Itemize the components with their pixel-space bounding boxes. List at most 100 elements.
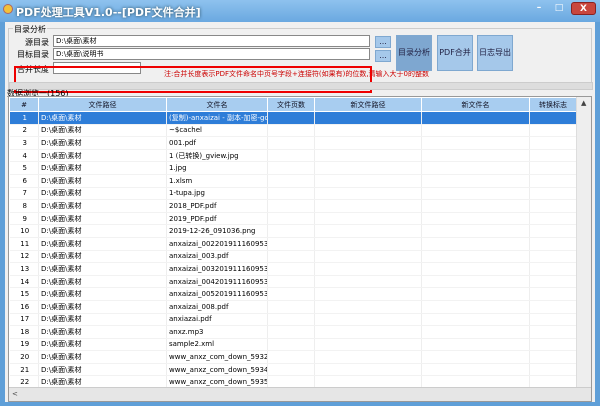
empty-cell [314, 111, 422, 125]
table-row[interactable]: 2 D:\桌面\素材 ~$cachel [9, 124, 577, 138]
table-row[interactable]: 11D:\桌面\素材anxaizai_0022019111609530402E [9, 237, 577, 251]
horizontal-scrollbar[interactable]: < [9, 387, 591, 401]
column-header[interactable]: 新文件名 [421, 97, 530, 112]
minimize-button[interactable]: – [530, 2, 548, 15]
file-name: anxaizai_0042019111609530402S [166, 275, 268, 289]
file-path: D:\桌面\素材 [38, 174, 167, 188]
file-path: D:\桌面\素材 [38, 224, 167, 238]
empty-cell [314, 275, 422, 289]
empty-cell [314, 161, 422, 175]
file-name: anxaizai_0052019111609530773S [166, 287, 268, 301]
empty-cell [421, 149, 530, 163]
file-path: D:\桌面\素材 [38, 275, 167, 289]
row-number: 4 [9, 149, 39, 163]
row-number: 21 [9, 363, 39, 377]
empty-cell [421, 187, 530, 201]
column-header[interactable]: 文件名 [166, 97, 268, 112]
source-label: 源目录 [25, 38, 49, 47]
empty-cell [314, 149, 422, 163]
empty-cell [267, 350, 315, 364]
table-row[interactable]: 17 D:\桌面\素材 anxiazai.pdf [9, 313, 577, 327]
close-button[interactable]: X [571, 2, 596, 15]
empty-cell [314, 313, 422, 327]
browse-target-button[interactable]: ... [375, 50, 391, 62]
row-number: 6 [9, 174, 39, 188]
table-row[interactable]: 14D:\桌面\素材anxaizai_0042019111609530402S [9, 275, 577, 289]
file-name: 001.pdf [166, 136, 268, 150]
table-row[interactable]: 13D:\桌面\素材anxaizai_0032019111609530402E [9, 262, 577, 276]
empty-cell [529, 237, 577, 251]
export-log-button[interactable]: 日志导出 [477, 35, 513, 71]
table-row[interactable]: 20D:\桌面\素材www_anxz_com_down_59329_html. [9, 350, 577, 364]
table-row[interactable]: 6 D:\桌面\素材 1.xlsm [9, 174, 577, 188]
file-path: D:\桌面\素材 [38, 124, 167, 138]
browse-source-button[interactable]: ... [375, 36, 391, 48]
empty-cell [529, 224, 577, 238]
file-name: anxaizai_0032019111609530402E [166, 262, 268, 276]
file-path: D:\桌面\素材 [38, 237, 167, 251]
maximize-button[interactable]: □ [550, 2, 568, 15]
file-path: D:\桌面\素材 [38, 363, 167, 377]
empty-cell [421, 161, 530, 175]
empty-cell [267, 287, 315, 301]
table-row[interactable]: 10 D:\桌面\素材 2019-12-26_091036.png [9, 224, 577, 238]
empty-cell [529, 161, 577, 175]
empty-cell [421, 224, 530, 238]
empty-cell [314, 237, 422, 251]
empty-cell [529, 287, 577, 301]
column-header[interactable]: 文件路径 [38, 97, 167, 112]
empty-cell [421, 313, 530, 327]
empty-cell [529, 338, 577, 352]
file-name: anxz.mp3 [166, 325, 268, 339]
empty-cell [421, 199, 530, 213]
column-header[interactable]: # [9, 97, 39, 112]
empty-cell [267, 262, 315, 276]
table-row[interactable]: 15D:\桌面\素材anxaizai_0052019111609530773S [9, 287, 577, 301]
vertical-scrollbar[interactable]: ▲ [576, 97, 591, 387]
target-label: 目标目录 [17, 50, 49, 59]
table-row[interactable]: 16 D:\桌面\素材 anxaizai_008.pdf [9, 300, 577, 314]
file-path: D:\桌面\素材 [38, 111, 167, 125]
empty-cell [267, 363, 315, 377]
empty-cell [421, 124, 530, 138]
column-header[interactable]: 转换标志 [529, 97, 577, 112]
row-number: 8 [9, 199, 39, 213]
file-path: D:\桌面\素材 [38, 325, 167, 339]
file-path: D:\桌面\素材 [38, 136, 167, 150]
analyze-button[interactable]: 目录分析 [396, 35, 432, 71]
empty-cell [267, 174, 315, 188]
empty-cell [421, 212, 530, 226]
pdf-merge-button[interactable]: PDF合并 [437, 35, 473, 71]
row-number: 15 [9, 287, 39, 301]
table-row[interactable]: 21D:\桌面\素材www_anxz_com_down_59343_html. [9, 363, 577, 377]
empty-cell [421, 363, 530, 377]
table-row[interactable]: 4 D:\桌面\素材 1 (已转换)_gview.jpg [9, 149, 577, 163]
column-header[interactable]: 文件页数 [267, 97, 315, 112]
table-row[interactable]: 12 D:\桌面\素材 anxaizai_003.pdf [9, 250, 577, 264]
empty-cell [314, 350, 422, 364]
data-grid[interactable]: # 文件路径 文件名 文件页数 新文件路径 新文件名 转换标志 1 D:\桌面\素材 (复制)-… [8, 96, 592, 402]
empty-cell [421, 262, 530, 276]
empty-cell [314, 250, 422, 264]
table-row[interactable]: 3 D:\桌面\素材 001.pdf [9, 136, 577, 150]
table-row[interactable]: 19 D:\桌面\素材 sample2.xml [9, 338, 577, 352]
source-dir-input[interactable]: D:\桌面\素材 [53, 35, 370, 47]
table-row[interactable]: 8 D:\桌面\素材 2018_PDF.pdf [9, 199, 577, 213]
empty-cell [267, 136, 315, 150]
empty-cell [529, 325, 577, 339]
table-row[interactable]: 9 D:\桌面\素材 2019_PDF.pdf [9, 212, 577, 226]
empty-cell [267, 224, 315, 238]
empty-cell [421, 136, 530, 150]
table-row[interactable]: 7 D:\桌面\素材 1-tupa.jpg [9, 187, 577, 201]
table-row[interactable]: 5 D:\桌面\素材 1.jpg [9, 161, 577, 175]
table-row[interactable]: 1 D:\桌面\素材 (复制)-anxaizai - 副本-加密-gc [9, 111, 577, 125]
main-panel: 目录分析 源目录 D:\桌面\素材 目标目录 D:\桌面\说明书 合并长度 注:… [5, 22, 595, 402]
row-number: 11 [9, 237, 39, 251]
file-name: 1.jpg [166, 161, 268, 175]
table-row[interactable]: 18 D:\桌面\素材 anxz.mp3 [9, 325, 577, 339]
file-name: 1 (已转换)_gview.jpg [166, 149, 268, 163]
column-header[interactable]: 新文件路径 [314, 97, 422, 112]
row-number: 10 [9, 224, 39, 238]
target-dir-input[interactable]: D:\桌面\说明书 [53, 48, 370, 60]
empty-cell [267, 161, 315, 175]
